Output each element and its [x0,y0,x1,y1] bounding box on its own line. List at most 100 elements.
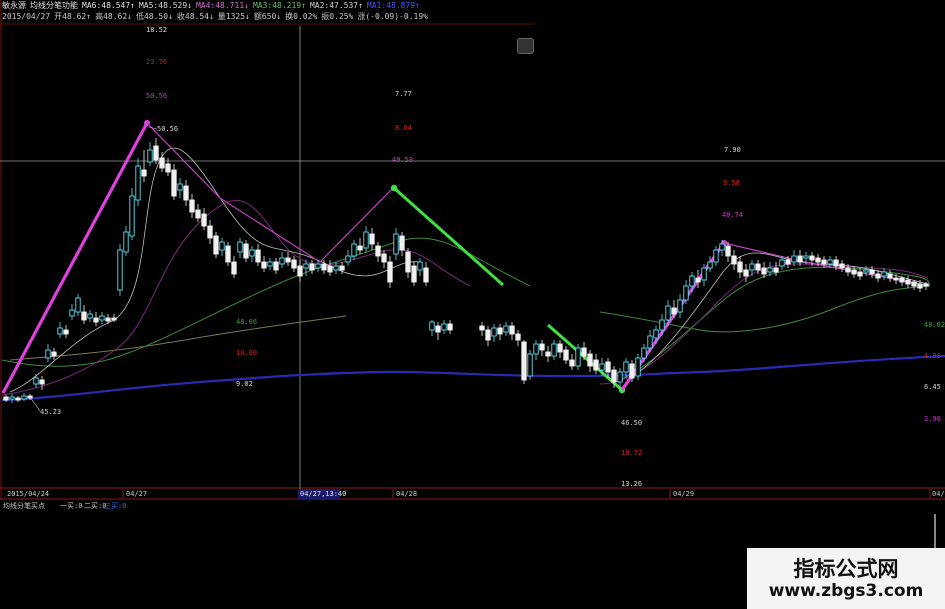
candle-body [809,255,815,261]
candle-body [791,255,797,263]
candle-body [147,149,153,163]
candle-body [99,315,105,321]
candle-body [815,257,821,263]
header-ma-item: MA6:48.547↑ [82,1,135,10]
candle-body [905,279,911,285]
candle-body [441,323,447,331]
chart-settings-button[interactable] [517,38,534,54]
candle-body [39,379,45,385]
candle-body [761,267,767,275]
candle-body [375,245,381,257]
candle-body [773,267,779,273]
candle-body [351,243,357,257]
header-quote-item: 低48.50↓ [135,12,173,21]
candle-body [267,261,273,267]
header-ma-item: MA3:48.219↑ [252,1,306,10]
candle-body [315,263,321,269]
candle-body [503,325,509,333]
candle-body [237,241,243,253]
candle-body [417,261,423,271]
price-label: 13.26 [621,480,642,488]
watermark-url: www.zbgs3.com [768,580,924,601]
header-ma-item: MA4:48.711↓ [195,1,249,10]
candle-body [557,343,563,353]
candle-body [219,241,225,251]
candle-body [659,319,665,331]
candle-body [201,213,207,227]
candle-body [671,307,677,315]
candle-body [135,165,141,201]
price-label: 48.02 [924,321,945,329]
candle-body [345,255,351,263]
candle-body [755,263,761,271]
candle-body [683,285,689,301]
candle-body [593,359,599,371]
candle-body [875,273,881,279]
header-quote-item: 收48.54↓ [176,12,214,21]
price-label: 9.58 [723,179,740,187]
candle-body [387,261,393,283]
candle-body [599,363,605,371]
price-label: 48.74 [722,211,743,219]
candle-body [123,231,129,253]
candle-body [833,259,839,267]
candle-body [405,251,411,273]
watermark-title: 指标公式网 [793,556,899,581]
candle-body [767,267,773,273]
header-line-2: 2015/04/27 开48.62↑ 高48.62↓ 低48.50↓ 收48.54↓ 量1… [2,12,432,22]
candle-body [695,277,701,283]
candle-body [45,349,51,359]
candle-body [647,335,653,349]
price-label: 18.72 [621,449,642,457]
price-label: 18.52 [146,26,167,34]
kline-chart[interactable]: 18.52 23.76 50.56 50.56 7.77 8.04 49.58 … [0,0,945,609]
candle-body [491,327,497,337]
candle-body [399,235,405,251]
candle-body [797,255,803,263]
candle-body [279,257,285,265]
candle-body [539,343,545,351]
candle-body [291,259,297,269]
ma-line-green-right [599,285,931,333]
candle-body [3,396,9,401]
candle-body [165,163,171,173]
watermark-badge: 指标公式网 www.zbgs3.com [747,548,945,609]
candle-body [93,317,99,323]
price-label: 7.90 [724,146,741,154]
low-label-connector [29,396,41,412]
candle-body [285,257,291,263]
date-tick: 04/29 [673,490,694,498]
candle-body [261,261,267,269]
header-quote-item: 开48.62↑ [54,12,92,21]
candle-body [183,185,189,201]
candle-body [563,349,569,361]
candle-body [617,371,623,383]
price-label: 9.02 [236,380,253,388]
candle-body [63,329,69,335]
price-label: 2.90 [924,415,941,423]
candle-body [737,261,743,273]
candle-body [57,327,63,335]
candle-body [75,297,81,313]
candle-body [575,347,581,367]
candle-body [731,255,737,265]
candle-body [153,145,159,161]
candle-body [851,269,857,275]
candle-body [213,235,219,255]
header-quote-item: 振0.25% [321,12,354,21]
candle-body [923,283,929,287]
candle-body [857,271,863,277]
candle-body [207,225,213,239]
price-label: 50.56 [146,92,167,100]
candle-body [117,249,123,291]
candle-body [707,261,713,269]
header-quote-item: 量1325↓ [217,12,250,21]
candle-body [749,263,755,271]
candle-body [87,313,93,319]
candle-body [869,269,875,275]
date-tick: 04/28 [396,490,417,498]
candle-body [677,299,683,313]
candle-body [21,395,27,400]
candle-body [545,351,551,357]
candle-body [611,369,617,383]
